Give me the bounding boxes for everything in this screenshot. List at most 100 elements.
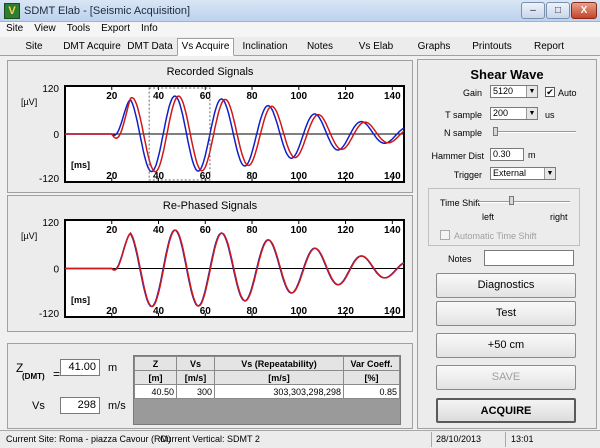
recorded-signals-chart[interactable]: 20 20 40 40 60 60 80 80 100 100 120 120 140 140 120 0 -1… (7, 78, 413, 195)
maximize-button[interactable]: □ (546, 2, 570, 19)
z-subscript: (DMT) (22, 372, 45, 381)
col-header-var-coeff: Var Coeff. (343, 356, 400, 371)
gain-select[interactable]: 5120 ▼ (490, 85, 538, 98)
col-unit-z: [m] (134, 370, 177, 385)
minimize-button[interactable]: ‒ (521, 2, 545, 19)
x-tick-label-top: 40 (153, 91, 165, 102)
results-table: Z Vs Vs (Repeatability) Var Coeff. [m] [… (134, 356, 400, 399)
tsample-select[interactable]: 200 ▼ (490, 107, 538, 120)
diagnostics-button[interactable]: Diagnostics (436, 273, 576, 298)
menu-view[interactable]: View (28, 22, 61, 34)
auto-checkbox[interactable]: ✔ (545, 87, 555, 97)
y-tick-label: 0 (53, 130, 59, 141)
cell-z: 40.50 (134, 384, 177, 399)
tab-graphs[interactable]: Graphs (410, 39, 458, 55)
x-tick-label-top: 40 (153, 225, 165, 236)
x-tick-label-top: 20 (106, 225, 118, 236)
save-button[interactable]: SAVE (436, 365, 576, 390)
y-tick-label: 0 (53, 265, 59, 276)
col-header-vs-repeatability: Vs (Repeatability) (214, 356, 344, 371)
notes-label: Notes (448, 254, 472, 264)
chevron-down-icon: ▼ (526, 86, 537, 97)
time-shift-slider[interactable] (478, 201, 570, 203)
tsample-unit: us (545, 110, 555, 120)
hammer-dist-input[interactable]: 0.30 (490, 148, 524, 161)
x-tick-label-bottom: 120 (337, 171, 354, 182)
time-shift-slider-thumb[interactable] (509, 196, 514, 205)
x-tick-label-bottom: 80 (246, 306, 258, 317)
menu-export[interactable]: Export (95, 22, 135, 34)
col-unit-vs: [m/s] (176, 370, 215, 385)
tab-dmt-acquire[interactable]: DMT Acquire (60, 39, 124, 55)
tab-printouts[interactable]: Printouts (466, 39, 518, 55)
tab-vs-elab[interactable]: Vs Elab (352, 39, 400, 55)
x-tick-label-bottom: 100 (290, 171, 307, 182)
tab-strip: Site DMT Acquire DMT Data Vs Acquire Inc… (0, 37, 600, 56)
status-separator (505, 432, 506, 447)
vs-unit: m/s (108, 400, 126, 412)
menu-bar: Site View Tools Export Info (0, 22, 600, 37)
notes-input[interactable] (484, 250, 574, 266)
x-tick-label-bottom: 100 (290, 306, 307, 317)
trigger-select[interactable]: External ▼ (490, 167, 556, 180)
title-bar: V SDMT Elab - [Seismic Acquisition] ‒ □ … (0, 0, 600, 22)
test-button[interactable]: Test (436, 301, 576, 326)
tsample-label: T sample (445, 110, 482, 120)
chevron-down-icon: ▼ (544, 168, 555, 179)
x-tick-label-top: 120 (337, 91, 354, 102)
cell-vs-repeatability: 303,303,298,298 (214, 384, 344, 399)
menu-site[interactable]: Site (0, 22, 28, 34)
plus-50cm-button[interactable]: +50 cm (436, 333, 576, 358)
status-current-vertical: Current Vertical: SDMT 2 (160, 434, 260, 444)
rephased-signals-chart[interactable]: 20 20 40 40 60 60 80 80 100 100 120 120 140 140 120 0 -1… (7, 212, 413, 333)
table-row[interactable]: 40.50 300 303,303,298,298 0.85 (134, 384, 400, 399)
y-tick-label: -120 (39, 309, 59, 320)
tab-notes[interactable]: Notes (298, 39, 342, 55)
tab-report[interactable]: Report (526, 39, 572, 55)
vs-label: Vs (32, 400, 45, 412)
chevron-down-icon: ▼ (526, 108, 537, 119)
z-value-field[interactable]: 41.00 (60, 359, 100, 376)
time-shift-right-label: right (550, 212, 568, 222)
table-header-row: Z Vs Vs (Repeatability) Var Coeff. (134, 356, 400, 371)
x-tick-label-bottom: 40 (153, 306, 165, 317)
tab-site[interactable]: Site (14, 39, 54, 55)
x-tick-label-top: 140 (384, 225, 401, 236)
nsample-slider-thumb[interactable] (493, 127, 498, 136)
y-tick-label: 120 (42, 218, 59, 229)
menu-info[interactable]: Info (135, 22, 163, 34)
z-unit: m (108, 362, 118, 374)
tab-vs-acquire[interactable]: Vs Acquire (177, 38, 234, 56)
table-units-row: [m] [m/s] [m/s] [%] (134, 370, 400, 385)
x-tick-label-bottom: 140 (384, 171, 401, 182)
nsample-slider[interactable] (494, 131, 576, 133)
time-shift-label: Time Shift (440, 198, 481, 208)
rephased-signals-title: Re-Phased Signals (162, 200, 258, 212)
automatic-time-shift-checkbox[interactable] (440, 230, 450, 240)
x-tick-label-top: 100 (290, 91, 307, 102)
status-time: 13:01 (511, 434, 534, 444)
tab-dmt-data[interactable]: DMT Data (126, 39, 174, 55)
hammer-dist-label: Hammer Dist (431, 151, 484, 161)
status-separator (431, 432, 432, 447)
x-unit-label: [ms] (71, 160, 90, 170)
z-equals: = (53, 367, 61, 381)
menu-tools[interactable]: Tools (61, 22, 95, 34)
acquire-button[interactable]: ACQUIRE (436, 398, 576, 423)
x-tick-label-top: 60 (200, 225, 212, 236)
y-unit-label: [µV] (21, 97, 37, 107)
vs-value-field[interactable]: 298 (60, 397, 100, 414)
time-shift-left-label: left (482, 212, 495, 222)
tab-inclination[interactable]: Inclination (238, 39, 292, 55)
y-tick-label: 120 (42, 84, 59, 95)
gain-label: Gain (462, 88, 482, 98)
hammer-dist-unit: m (528, 150, 536, 160)
close-button[interactable]: X (571, 2, 597, 19)
nsample-label: N sample (443, 128, 482, 138)
trigger-label: Trigger (453, 170, 482, 180)
x-tick-label-top: 100 (290, 225, 307, 236)
x-tick-label-bottom: 120 (337, 306, 354, 317)
x-tick-label-bottom: 60 (200, 306, 212, 317)
y-unit-label: [µV] (21, 231, 37, 241)
x-tick-label-bottom: 140 (384, 306, 401, 317)
